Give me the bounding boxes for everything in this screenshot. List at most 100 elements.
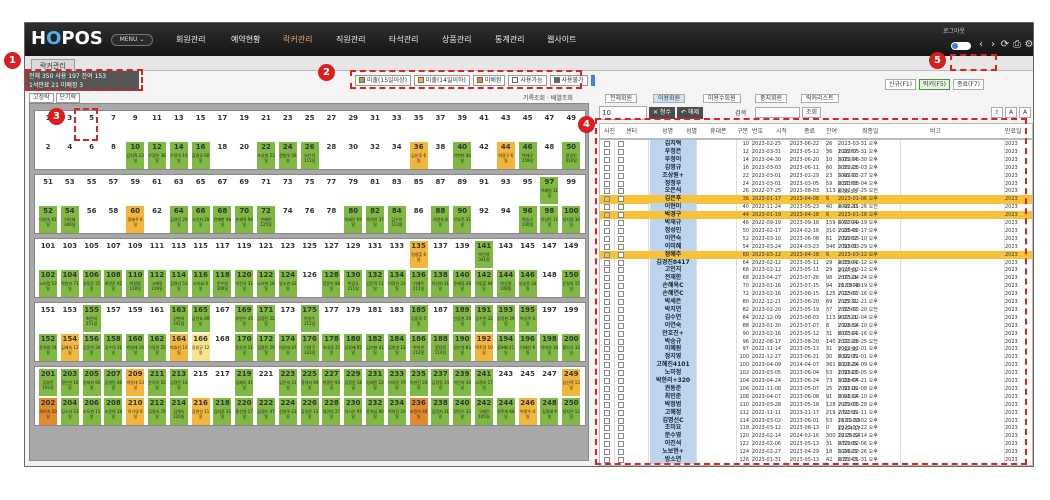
member-tab-1[interactable]: 이용회원	[653, 94, 686, 103]
locker-cell[interactable]: 61	[148, 177, 166, 204]
locker-cell[interactable]: 224 신연주 23일	[278, 398, 297, 425]
locker-cell[interactable]: 68 전재한 98일	[213, 206, 232, 233]
locker-cell[interactable]: 230 이시은 95일	[344, 398, 363, 425]
locker-cell[interactable]: 238 김민지 31일	[431, 398, 450, 425]
locker-cell[interactable]: 200 황석규 32일	[562, 334, 581, 361]
locker-cell[interactable]: 2	[39, 142, 57, 169]
locker-cell[interactable]: 126	[301, 270, 319, 297]
locker-cell[interactable]: 99	[562, 177, 580, 204]
locker-cell[interactable]: 97 이혜원 31일	[540, 177, 559, 204]
locker-cell[interactable]: 46 박재규 159일	[518, 142, 537, 169]
locker-cell[interactable]: 198 이미선 10일	[540, 334, 559, 361]
locker-cell[interactable]: 119	[235, 241, 253, 268]
member-tab-3[interactable]: 중지회원	[755, 94, 788, 103]
hopos-logo[interactable]: HOPOS	[31, 28, 103, 49]
locker-cell[interactable]: 244 정주희 68일	[496, 398, 515, 425]
locker-cell[interactable]: 55	[83, 177, 101, 204]
locker-cell[interactable]: 204 김소미 53일	[60, 398, 79, 425]
locker-cell[interactable]: 203 정은연 16일	[60, 369, 79, 396]
locker-cell[interactable]: 197	[540, 305, 558, 332]
locker-cell[interactable]: 71	[257, 177, 275, 204]
locker-cell[interactable]: 193 강정현 29일	[496, 305, 515, 332]
locker-cell[interactable]: 130 박광규 211일	[344, 270, 363, 297]
locker-cell[interactable]: 32	[366, 142, 384, 169]
locker-cell[interactable]: 116 조미요 0일	[191, 270, 210, 297]
locker-cell[interactable]: 83	[388, 177, 406, 204]
refresh-icon[interactable]: ⟳	[999, 39, 1011, 51]
locker-cell[interactable]: 248 김정래 9일	[540, 398, 559, 425]
locker-cell[interactable]: 246 박종수 4일	[518, 398, 537, 425]
locker-cell[interactable]: 19	[235, 113, 253, 140]
locker-cell[interactable]: 174 이은미 47일	[278, 334, 297, 361]
locker-cell[interactable]: 54 이미혜 346일	[60, 206, 79, 233]
locker-cell[interactable]: 77	[322, 177, 340, 204]
locker-cell[interactable]: 187	[431, 305, 449, 332]
locker-cell[interactable]: 72 손혜연 125일	[257, 206, 275, 233]
menu-button[interactable]: MENU ⌄	[111, 34, 153, 46]
locker-cell[interactable]: 122 노보현 18일	[257, 270, 275, 297]
nav-item-7[interactable]: 웹사이트	[547, 34, 576, 45]
locker-cell[interactable]: 155 최은비 251일	[82, 305, 101, 332]
locker-cell[interactable]: 7	[104, 113, 122, 140]
locker-cell[interactable]: 205 정태희 94일	[82, 369, 101, 396]
locker-cell[interactable]: 103	[61, 241, 79, 268]
locker-cell[interactable]: 201 김영진 192일	[39, 369, 57, 396]
locker-cell[interactable]: 188 정장원 114일	[431, 334, 450, 361]
subtab-fixed[interactable]: 고정락	[29, 93, 54, 103]
locker-cell[interactable]: 131	[366, 241, 384, 268]
locker-cell[interactable]: 79	[344, 177, 362, 204]
locker-cell[interactable]: 124 방소연 42일	[278, 270, 297, 297]
locker-cell[interactable]: 80 박세은 69일	[344, 206, 363, 233]
locker-cell[interactable]: 127	[322, 241, 340, 268]
nav-item-3[interactable]: 직원관리	[336, 34, 365, 45]
locker-cell[interactable]: 8	[104, 142, 122, 169]
locker-cell[interactable]: 137	[431, 241, 449, 268]
locker-cell[interactable]: 195 박상우 4일	[518, 305, 537, 332]
locker-cell[interactable]: 202 최미숙 50일	[39, 398, 57, 425]
locker-cell[interactable]: 102 노미정 53일	[39, 270, 57, 297]
locker-cell[interactable]: 191 김수연 33일	[475, 305, 493, 332]
locker-cell[interactable]: 168	[213, 334, 231, 361]
locker-cell[interactable]: 57	[104, 177, 122, 204]
locker-cell[interactable]: 158 김수석 31일	[104, 334, 123, 361]
font-down-icon[interactable]: A	[1019, 107, 1031, 118]
locker-cell[interactable]: 179	[344, 305, 362, 332]
end-button[interactable]: 종료(F7)	[953, 79, 984, 90]
locker-cell[interactable]: 23	[279, 113, 297, 140]
locker-cell[interactable]: 234 박미진 10일	[387, 398, 406, 425]
locker-cell[interactable]: 152 윤희원 74일	[39, 334, 57, 361]
locker-cell[interactable]: 208 조윤희 18일	[104, 398, 123, 425]
locker-cell[interactable]: 59	[126, 177, 144, 204]
locker-cell[interactable]: 222 김경은 47일	[257, 398, 275, 425]
locker-cell[interactable]: 89	[453, 177, 471, 204]
locker-cell[interactable]: 82 박지연 37일	[366, 206, 384, 233]
locker-cell[interactable]: 24 정청우 59일	[278, 142, 297, 169]
locker-cell[interactable]: 221	[257, 369, 275, 396]
locker-cell[interactable]: 64 김경진 29일	[169, 206, 188, 233]
locker-cell[interactable]: 21	[257, 113, 275, 140]
locker-cell[interactable]: 214 김해숙 120일	[169, 398, 188, 425]
locker-cell[interactable]: 43	[497, 113, 515, 140]
locker-cell[interactable]: 125	[301, 241, 319, 268]
locker-cell[interactable]: 120 이진석 31일	[235, 270, 254, 297]
locker-cell[interactable]: 47	[540, 113, 558, 140]
locker-cell[interactable]: 105	[83, 241, 101, 268]
locker-cell[interactable]: 111	[148, 241, 166, 268]
locker-cell[interactable]: 13	[170, 113, 188, 140]
locker-cell[interactable]: 150 윤정희 15일	[562, 270, 581, 297]
locker-cell[interactable]: 220 홍선영 17일	[235, 398, 254, 425]
locker-cell[interactable]: 173	[279, 305, 297, 332]
locker-cell[interactable]: 164 박효신 10일	[169, 334, 188, 361]
locker-cell[interactable]: 194 JOHN 21일	[496, 334, 515, 361]
locker-cell[interactable]: 241 고경숙 17일	[475, 369, 493, 396]
locker-cell[interactable]: 28	[322, 142, 340, 169]
locker-cell[interactable]: 209 박정대 13일	[126, 369, 145, 396]
locker-cell[interactable]: 133	[388, 241, 406, 268]
locker-cell[interactable]: 76	[301, 206, 319, 233]
locker-cell[interactable]: 184 김현영 12일	[387, 334, 406, 361]
locker-cell[interactable]: 70 손혜옥 94일	[235, 206, 254, 233]
locker-cell[interactable]: 90 안호진 31일	[453, 206, 472, 233]
locker-cell[interactable]: 15	[192, 113, 210, 140]
locker-cell[interactable]: 65	[192, 177, 210, 204]
locker-cell[interactable]: 250 정지은 12일	[562, 398, 581, 425]
